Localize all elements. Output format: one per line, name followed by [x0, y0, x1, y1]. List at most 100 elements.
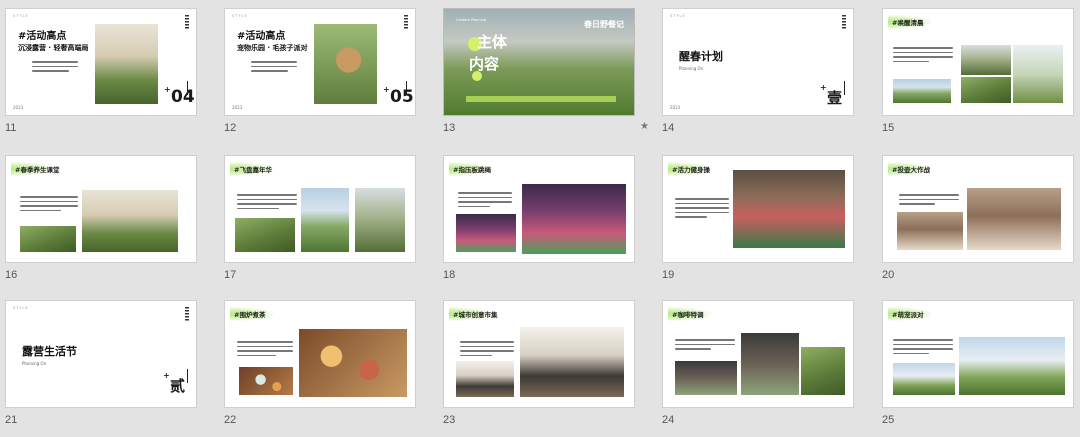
body-text — [893, 47, 953, 65]
slide-thumbnail-17[interactable]: #飞盘嘉年华 17 — [224, 155, 420, 292]
dots-icon — [842, 15, 846, 29]
slide-title: 醒春计划 — [679, 50, 723, 63]
section-number: 壹 — [827, 89, 843, 107]
slide-thumbnail-13[interactable]: Content Planning 春日野餐记 主体 内容 13 ★ — [443, 8, 649, 145]
divider — [844, 81, 845, 95]
slide-tag: #飞盘嘉年华 — [234, 166, 272, 174]
yoga-photo — [1013, 45, 1063, 103]
fitness-dance-photo — [733, 170, 845, 248]
slide-thumbnail-19[interactable]: #活力健身操 19 — [662, 155, 858, 292]
slide-number: 13 — [443, 122, 456, 134]
field-photo — [355, 188, 405, 252]
body-text — [675, 198, 729, 221]
slide-subtitle: 宠物乐园 · 毛孩子派对 — [237, 44, 308, 52]
lawn-photo — [961, 77, 1011, 103]
tea-table-photo — [299, 329, 407, 397]
slide-thumbnail-11[interactable]: STYLE #活动高点 沉浸露营 · 轻奢高端局 + 04 2023 11 — [5, 8, 201, 145]
plus-icon: + — [383, 85, 390, 94]
slide-number: 20 — [882, 269, 895, 281]
frisbee-photo — [235, 218, 295, 252]
camping-photo — [95, 24, 158, 104]
slide-thumbnail-25[interactable]: #萌宠派对 25 — [882, 300, 1078, 437]
style-label: STYLE — [13, 306, 29, 310]
stage-photo — [456, 214, 516, 252]
year-label: 2023 — [232, 105, 243, 110]
body-text — [675, 339, 735, 353]
dots-icon — [185, 15, 189, 29]
dots-icon — [185, 307, 189, 321]
body-text — [251, 61, 297, 75]
slide-title: #活动高点 — [237, 31, 286, 42]
slide-number: 12 — [224, 122, 237, 134]
slide-number: 25 — [882, 414, 895, 426]
body-text — [32, 61, 78, 75]
slide-tag: #投壶大作战 — [892, 166, 930, 174]
slide-thumbnail-21[interactable]: STYLE 露营生活节 Planning On + 贰 21 — [5, 300, 201, 437]
slide-thumbnail-18[interactable]: #指压板跳绳 18 — [443, 155, 639, 292]
brand-logo: 春日野餐记 — [584, 20, 624, 29]
dots-icon — [404, 15, 408, 29]
coffee-stand-photo — [675, 361, 737, 395]
cover-title-line2: 内容 — [469, 55, 500, 73]
slide-thumbnail-15[interactable]: #唤醒清晨 15 — [882, 8, 1078, 145]
slide-number: 17 — [224, 269, 237, 281]
slide-number: 24 — [662, 414, 675, 426]
food-truck-photo — [456, 361, 514, 397]
slide-thumbnail-16[interactable]: #春季养生课堂 16 — [5, 155, 201, 292]
tea-snacks-photo — [239, 367, 293, 395]
section-number: 贰 — [170, 377, 186, 395]
body-text — [460, 341, 514, 359]
slide-thumbnail-22[interactable]: #围炉煮茶 22 — [224, 300, 420, 437]
slide-tag: #城市创意市集 — [453, 311, 498, 319]
style-label: STYLE — [232, 14, 248, 18]
slide-tag: #春季养生课堂 — [15, 166, 60, 174]
slide-number: 14 — [662, 122, 675, 134]
outdoor-photo — [893, 79, 951, 103]
market-stall-photo — [520, 327, 624, 397]
slide-thumbnail-20[interactable]: #投壶大作战 20 — [882, 155, 1078, 292]
slide-thumbnail-23[interactable]: #城市创意市集 23 — [443, 300, 639, 437]
slide-thumbnail-12[interactable]: STYLE #活动高点 宠物乐园 · 毛孩子派对 + 05 2023 12 — [224, 8, 420, 145]
slide-tag: #唤醒清晨 — [892, 19, 924, 27]
slide-tag: #萌宠派对 — [892, 311, 924, 319]
cover-small-text: Content Planning — [456, 18, 487, 22]
plus-icon: + — [163, 371, 170, 380]
body-text — [458, 192, 512, 210]
body-text — [893, 339, 953, 357]
cover-caption-bar — [466, 96, 616, 102]
year-label: 2023 — [13, 105, 24, 110]
divider — [406, 81, 407, 95]
slide-subtitle: Planning On — [679, 66, 704, 71]
dog-photo — [314, 24, 377, 104]
slide-tag: #指压板跳绳 — [453, 166, 491, 174]
star-icon[interactable]: ★ — [640, 121, 649, 132]
camping-photo — [82, 190, 178, 252]
slide-number: 18 — [443, 269, 456, 281]
year-label: 2023 — [670, 105, 681, 110]
cover-title-line1: 主体 — [477, 33, 508, 51]
pet-park-photo — [893, 363, 955, 395]
slide-thumbnail-14[interactable]: STYLE 醒春计划 Planning On + 壹 2023 14 — [662, 8, 858, 145]
body-text — [899, 194, 959, 208]
section-number: 04 — [171, 87, 195, 107]
frisbee-player-photo — [301, 188, 349, 252]
slide-title: 露营生活节 — [22, 345, 77, 358]
style-label: STYLE — [13, 14, 29, 18]
slide-tag: #围炉煮茶 — [234, 311, 266, 319]
event-photo — [961, 45, 1011, 75]
body-text — [20, 196, 78, 214]
plus-icon: + — [164, 85, 171, 94]
body-text — [237, 194, 297, 212]
outdoor-class-photo — [20, 226, 76, 252]
slide-thumbnail-24[interactable]: #咖啡特调 24 — [662, 300, 858, 437]
body-text — [237, 341, 293, 359]
slide-number: 23 — [443, 414, 456, 426]
plus-icon: + — [820, 83, 827, 92]
slide-number: 19 — [662, 269, 675, 281]
slide-number: 11 — [5, 122, 17, 134]
slide-tag: #活力健身操 — [672, 166, 710, 174]
style-label: STYLE — [670, 14, 686, 18]
slide-number: 15 — [882, 122, 895, 134]
costume-photo — [967, 188, 1061, 250]
dog-lawn-photo — [959, 337, 1065, 395]
